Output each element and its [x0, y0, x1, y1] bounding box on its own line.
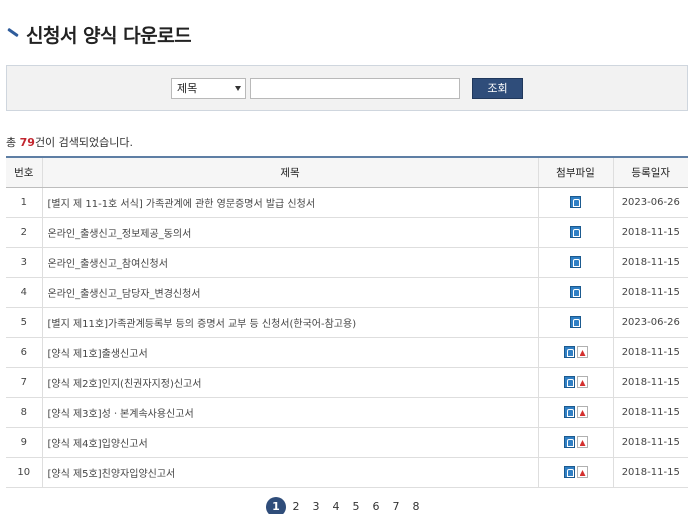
result-count-suffix: 건이 검색되었습니다. — [34, 136, 134, 149]
column-header-title: 제목 — [41, 156, 538, 188]
row-attachments — [537, 217, 613, 248]
result-count-number: 79 — [19, 136, 35, 149]
page-link[interactable]: 5 — [346, 497, 366, 514]
table-row: 7 [양식 제2호]인지(친권자지정)신고서 2018-11-15 — [6, 367, 688, 398]
row-attachments — [537, 397, 613, 428]
table-row: 1 [별지 제 11-1호 서식] 가족관계에 관한 영문증명서 발급 신청서 20… — [6, 187, 688, 218]
forms-table: 번호 제목 첨부파일 등록일자 1 [별지 제 11-1호 서식] 가족관계에 관… — [6, 156, 688, 488]
row-attachments — [537, 337, 613, 368]
hwp-document-icon[interactable] — [570, 196, 581, 208]
row-number: 4 — [6, 277, 42, 308]
row-number: 2 — [6, 217, 42, 248]
row-title-link[interactable]: [양식 제5호]친양자입양신고서 — [41, 457, 538, 488]
hwp-document-icon[interactable] — [570, 286, 581, 298]
row-attachments — [537, 247, 613, 278]
row-title-link[interactable]: 온라인_출생신고_정보제공_동의서 — [41, 217, 538, 248]
pdf-document-icon[interactable] — [576, 406, 588, 418]
hwp-document-icon[interactable] — [563, 436, 575, 448]
row-number: 10 — [6, 457, 42, 488]
row-attachments — [537, 427, 613, 458]
column-header-file: 첨부파일 — [537, 156, 613, 188]
row-number: 7 — [6, 367, 42, 398]
row-number: 3 — [6, 247, 42, 278]
pdf-document-icon[interactable] — [576, 376, 588, 388]
row-date: 2018-11-15 — [612, 277, 688, 308]
row-title-link[interactable]: [별지 제11호]가족관계등록부 등의 증명서 교부 등 신청서(한국어-참고용… — [41, 307, 538, 338]
row-date: 2018-11-15 — [612, 337, 688, 368]
pdf-document-icon[interactable] — [576, 436, 588, 448]
row-date: 2018-11-15 — [612, 247, 688, 278]
table-row: 5 [별지 제11호]가족관계등록부 등의 증명서 교부 등 신청서(한국어-참고… — [6, 307, 688, 338]
row-attachments — [537, 367, 613, 398]
search-field-select-value: 제목 — [177, 81, 198, 95]
pdf-document-icon[interactable] — [576, 346, 588, 358]
row-date: 2018-11-15 — [612, 397, 688, 428]
row-number: 5 — [6, 307, 42, 338]
row-title-link[interactable]: [양식 제1호]출생신고서 — [41, 337, 538, 368]
hwp-document-icon[interactable] — [563, 376, 575, 388]
title-accent-icon — [6, 27, 20, 41]
chevron-down-icon — [235, 85, 241, 91]
row-date: 2018-11-15 — [612, 427, 688, 458]
page-link[interactable]: 4 — [326, 497, 346, 514]
page-link[interactable]: 7 — [386, 497, 406, 514]
hwp-document-icon[interactable] — [570, 256, 581, 268]
row-date: 2018-11-15 — [612, 367, 688, 398]
hwp-document-icon[interactable] — [570, 226, 581, 238]
row-number: 1 — [6, 187, 42, 218]
row-date: 2023-06-26 — [612, 307, 688, 338]
row-title-link[interactable]: [양식 제4호]입양신고서 — [41, 427, 538, 458]
hwp-document-icon[interactable] — [570, 316, 581, 328]
row-date: 2018-11-15 — [612, 217, 688, 248]
row-attachments — [537, 307, 613, 338]
pdf-document-icon[interactable] — [576, 466, 588, 478]
search-field-select[interactable]: 제목 — [171, 77, 246, 99]
row-date: 2023-06-26 — [612, 187, 688, 218]
row-date: 2018-11-15 — [612, 457, 688, 488]
column-header-no: 번호 — [6, 156, 42, 188]
search-input[interactable] — [250, 77, 460, 99]
page-header: 신청서 양식 다운로드 — [6, 20, 192, 48]
hwp-document-icon[interactable] — [563, 466, 575, 478]
page-title: 신청서 양식 다운로드 — [26, 24, 192, 47]
row-number: 8 — [6, 397, 42, 428]
page-link[interactable]: 8 — [406, 497, 426, 514]
hwp-document-icon[interactable] — [563, 406, 575, 418]
row-attachments — [537, 277, 613, 308]
row-title-link[interactable]: 온라인_출생신고_담당자_변경신청서 — [41, 277, 538, 308]
page-link[interactable]: 2 — [286, 497, 306, 514]
row-title-link[interactable]: 온라인_출생신고_참여신청서 — [41, 247, 538, 278]
row-title-link[interactable]: [별지 제 11-1호 서식] 가족관계에 관한 영문증명서 발급 신청서 — [41, 187, 538, 218]
table-row: 3 온라인_출생신고_참여신청서 2018-11-15 — [6, 247, 688, 278]
table-row: 4 온라인_출생신고_담당자_변경신청서 2018-11-15 — [6, 277, 688, 308]
row-attachments — [537, 457, 613, 488]
row-number: 6 — [6, 337, 42, 368]
row-title-link[interactable]: [양식 제2호]인지(친권자지정)신고서 — [41, 367, 538, 398]
pagination: 12345678 — [266, 497, 426, 514]
table-row: 9 [양식 제4호]입양신고서 2018-11-15 — [6, 427, 688, 458]
table-row: 6 [양식 제1호]출생신고서 2018-11-15 — [6, 337, 688, 368]
table-row: 2 온라인_출생신고_정보제공_동의서 2018-11-15 — [6, 217, 688, 248]
search-button[interactable]: 조회 — [472, 77, 523, 99]
table-row: 8 [양식 제3호]성ㆍ본계속사용신고서 2018-11-15 — [6, 397, 688, 428]
table-row: 10 [양식 제5호]친양자입양신고서 2018-11-15 — [6, 457, 688, 488]
result-count: 총 79건이 검색되었습니다. — [6, 134, 133, 150]
result-count-prefix: 총 — [6, 136, 20, 149]
column-header-date: 등록일자 — [612, 156, 688, 188]
table-header-row: 번호 제목 첨부파일 등록일자 — [6, 156, 688, 188]
page-link[interactable]: 3 — [306, 497, 326, 514]
row-attachments — [537, 187, 613, 218]
row-number: 9 — [6, 427, 42, 458]
hwp-document-icon[interactable] — [563, 346, 575, 358]
search-panel: 제목 조회 — [6, 65, 688, 111]
page-link[interactable]: 1 — [266, 497, 286, 514]
page-link[interactable]: 6 — [366, 497, 386, 514]
row-title-link[interactable]: [양식 제3호]성ㆍ본계속사용신고서 — [41, 397, 538, 428]
